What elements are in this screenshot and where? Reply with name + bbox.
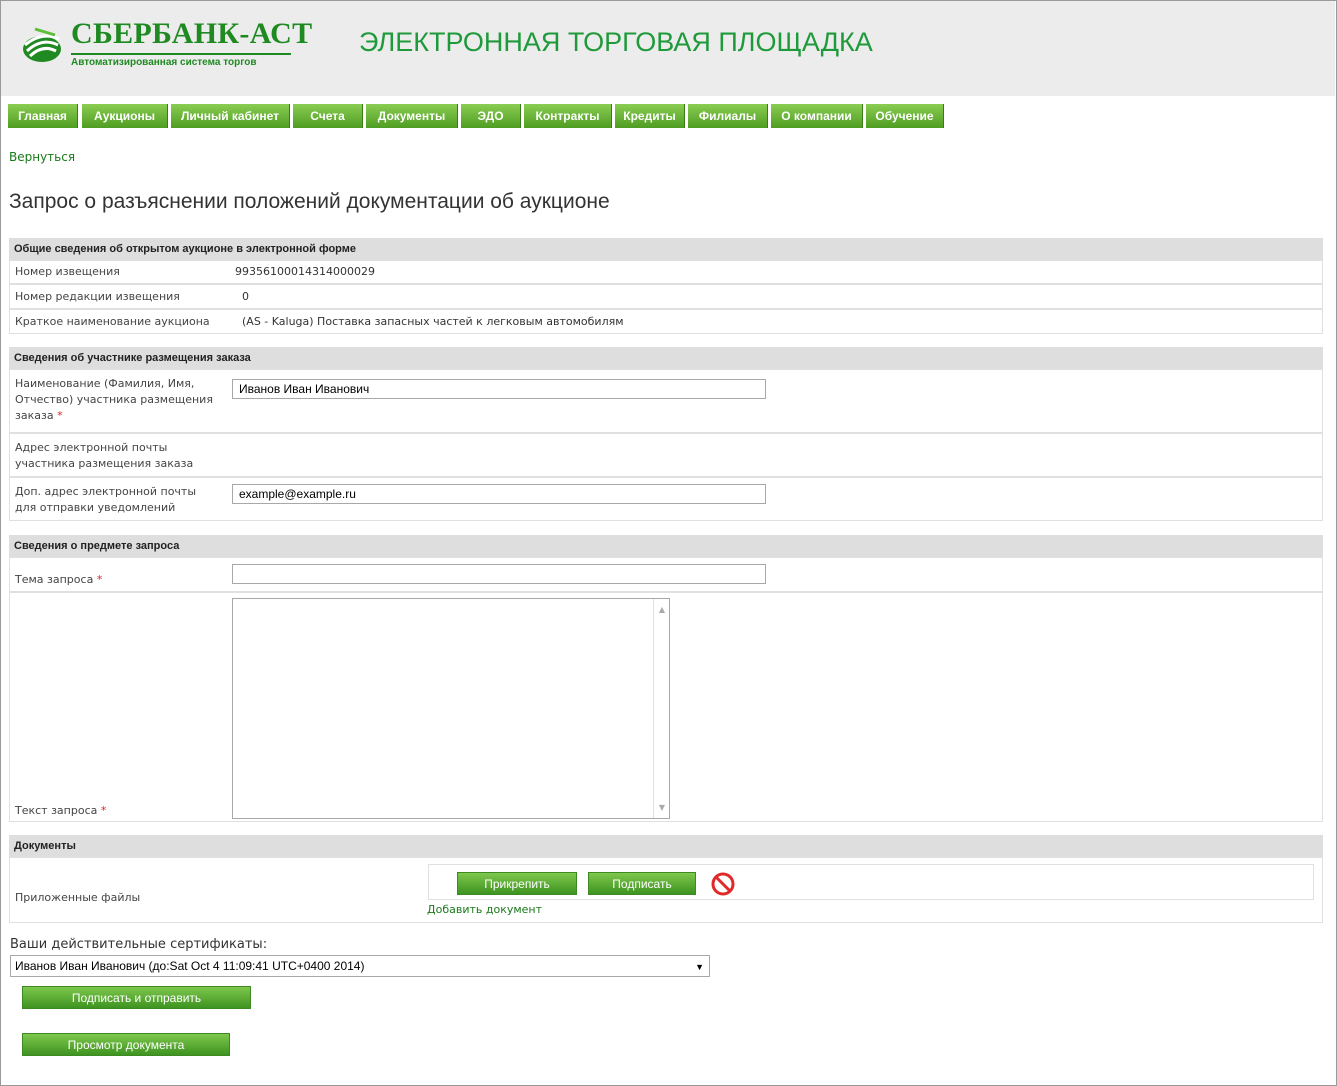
auction-section-header: Общие сведения об открытом аукционе в эл…	[9, 238, 1323, 260]
page-title: Запрос о разъяснении положений документа…	[9, 190, 610, 213]
request-text-label-text: Текст запроса	[15, 804, 98, 817]
nav-tab-branches[interactable]: Филиалы	[688, 104, 768, 128]
certificate-selected-value: Иванов Иван Иванович (до:Sat Oct 4 11:09…	[15, 959, 365, 973]
logo-subtitle: Автоматизированная система торгов	[71, 57, 257, 68]
auction-shortname-value: (AS - Kaluga) Поставка запасных частей к…	[242, 315, 624, 328]
logo-name: СБЕРБАНК-АСТ	[71, 17, 313, 50]
revision-row: Номер редакции извещения 0	[9, 284, 1323, 309]
logo-underline	[71, 53, 291, 55]
site-title: ЭЛЕКТРОННАЯ ТОРГОВАЯ ПЛОЩАДКА	[359, 27, 873, 57]
required-mark: *	[57, 409, 63, 422]
participant-email-label-line2: участника размещения заказа	[15, 457, 194, 470]
textarea-scrollbar[interactable]: ▲ ▼	[653, 599, 669, 818]
preview-document-button[interactable]: Просмотр документа	[22, 1033, 230, 1056]
request-subject-label: Тема запроса *	[15, 572, 102, 588]
attached-files-label: Приложенные файлы	[15, 891, 141, 904]
remove-file-icon[interactable]	[711, 872, 735, 896]
documents-section-header: Документы	[9, 835, 1323, 857]
nav-tab-auctions[interactable]: Аукционы	[82, 104, 168, 128]
auction-shortname-label: Краткое наименование аукциона	[15, 315, 210, 328]
attach-button[interactable]: Прикрепить	[457, 872, 577, 895]
participant-email-label-line1: Адрес электронной почты	[15, 441, 168, 454]
nav-tab-training[interactable]: Обучение	[866, 104, 944, 128]
certificate-select[interactable]: Иванов Иван Иванович (до:Sat Oct 4 11:09…	[10, 955, 710, 977]
request-subject-input[interactable]	[232, 564, 766, 584]
request-section-header: Сведения о предмете запроса	[9, 535, 1323, 557]
nav-tab-documents[interactable]: Документы	[366, 104, 458, 128]
request-text-area[interactable]: ▲ ▼	[232, 598, 670, 819]
notice-number-label: Номер извещения	[15, 265, 120, 278]
scroll-up-icon[interactable]: ▲	[659, 605, 665, 614]
nav-tab-contracts[interactable]: Контракты	[524, 104, 612, 128]
extra-email-input[interactable]	[232, 484, 766, 504]
extra-email-label: Доп. адрес электронной почты для отправк…	[15, 484, 196, 516]
chevron-down-icon[interactable]: ▼	[695, 957, 704, 977]
revision-value: 0	[242, 290, 249, 303]
notice-number-value: 99356100014314000029	[235, 265, 375, 278]
nav-tab-credits[interactable]: Кредиты	[615, 104, 685, 128]
nav-tab-accounts[interactable]: Счета	[293, 104, 363, 128]
scroll-down-icon[interactable]: ▼	[659, 803, 665, 812]
participant-email-row: Адрес электронной почты участника размещ…	[9, 433, 1323, 477]
required-mark: *	[100, 804, 107, 817]
request-subject-label-text: Тема запроса	[15, 573, 94, 586]
extra-email-label-line1: Доп. адрес электронной почты	[15, 485, 197, 498]
auction-shortname-row: Краткое наименование аукциона (AS - Kalu…	[9, 309, 1323, 334]
participant-name-label: Наименование (Фамилия, Имя, Отчество) уч…	[15, 376, 213, 424]
extra-email-label-line2: для отправки уведомлений	[15, 501, 176, 514]
participant-name-label-line2: Отчество) участника размещения	[15, 393, 213, 406]
participant-name-label-line3: заказа	[15, 409, 54, 422]
nav-tab-about[interactable]: О компании	[771, 104, 863, 128]
participant-section-header: Сведения об участнике размещения заказа	[9, 347, 1323, 369]
nav-tab-cabinet[interactable]: Личный кабинет	[171, 104, 290, 128]
required-mark: *	[96, 573, 103, 586]
certificates-label: Ваши действительные сертификаты:	[10, 937, 268, 952]
add-document-link[interactable]: Добавить документ	[427, 903, 542, 916]
back-link[interactable]: Вернуться	[9, 150, 75, 164]
sign-and-send-button[interactable]: Подписать и отправить	[22, 986, 251, 1009]
sberbank-logo-icon	[23, 27, 61, 62]
participant-name-label-line1: Наименование (Фамилия, Имя,	[15, 377, 195, 390]
nav-tab-edo[interactable]: ЭДО	[461, 104, 521, 128]
notice-number-row: Номер извещения 99356100014314000029	[9, 260, 1323, 284]
participant-email-label: Адрес электронной почты участника размещ…	[15, 440, 193, 472]
revision-label: Номер редакции извещения	[15, 290, 180, 303]
header: СБЕРБАНК-АСТ Автоматизированная система …	[1, 1, 1335, 96]
request-text-label: Текст запроса *	[15, 803, 106, 819]
participant-name-input[interactable]	[232, 379, 766, 399]
nav-tab-home[interactable]: Главная	[8, 104, 78, 128]
sign-file-button[interactable]: Подписать	[588, 872, 696, 895]
